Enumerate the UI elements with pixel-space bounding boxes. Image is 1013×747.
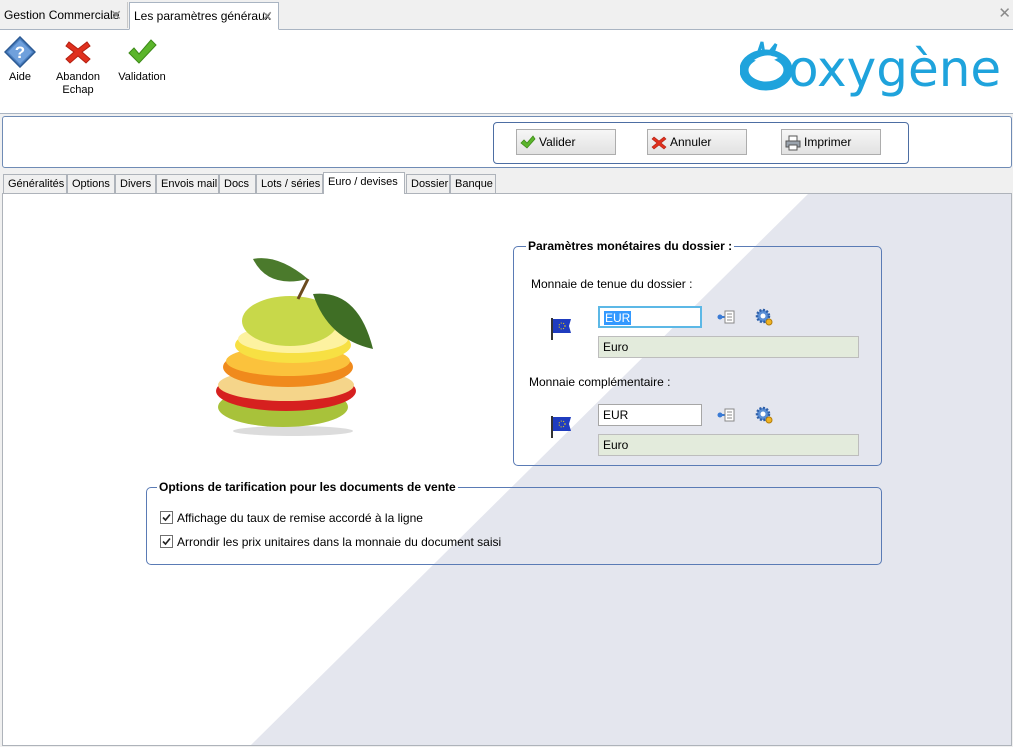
complementary-currency-name-field: Euro: [598, 434, 859, 456]
tab-options[interactable]: Options: [67, 174, 115, 193]
fruit-stack-image: [216, 258, 373, 436]
eu-flag-icon: [551, 318, 571, 340]
tab-generalites[interactable]: Généralités: [3, 174, 67, 193]
complementary-currency-code-value: EUR: [603, 408, 629, 422]
checkmark-icon: [162, 538, 171, 546]
help-icon: ?: [4, 36, 36, 68]
check-icon: [520, 135, 536, 149]
doc-tab-label: Gestion Commerciale: [4, 8, 120, 22]
cross-icon: [65, 41, 91, 64]
valider-label: Valider: [539, 135, 576, 149]
option-round-prices[interactable]: Arrondir les prix unitaires dans la monn…: [160, 535, 501, 549]
eu-flag-icon: [551, 416, 571, 438]
group-title: Paramètres monétaires du dossier :: [526, 239, 735, 253]
tab-label: Dossier: [411, 178, 449, 190]
tab-label: Lots / séries: [261, 178, 321, 190]
annuler-label: Annuler: [670, 135, 712, 149]
imprimer-button[interactable]: Imprimer: [781, 129, 881, 155]
lookup-icon[interactable]: [717, 310, 735, 324]
complementary-currency-label: Monnaie complémentaire :: [529, 375, 671, 389]
gear-icon[interactable]: [755, 308, 773, 326]
abort-button[interactable]: Abandon Echap: [53, 36, 103, 97]
close-icon[interactable]: ✕: [261, 3, 273, 29]
gear-icon[interactable]: [755, 406, 773, 424]
close-icon[interactable]: ✕: [998, 4, 1011, 22]
checkbox[interactable]: [160, 511, 173, 525]
tab-content-euro-devises: Paramètres monétaires du dossier : Monna…: [2, 193, 1012, 746]
tab-label: Euro / devises: [328, 176, 398, 188]
check-icon: [128, 39, 157, 64]
main-currency-code-value: EUR: [604, 311, 632, 325]
tab-label: Généralités: [8, 178, 65, 190]
doc-tab-gestion-commerciale[interactable]: Gestion Commerciale ✕: [0, 2, 128, 28]
validation-button[interactable]: Validation: [117, 36, 167, 84]
help-button[interactable]: ? Aide: [3, 36, 37, 84]
imprimer-label: Imprimer: [804, 135, 852, 149]
main-currency-label: Monnaie de tenue du dossier :: [531, 277, 693, 291]
option-label: Affichage du taux de remise accordé à la…: [177, 511, 423, 525]
printer-icon: [785, 135, 801, 151]
lookup-icon[interactable]: [717, 408, 735, 422]
tab-dossier[interactable]: Dossier: [406, 174, 450, 193]
tab-label: Banque: [455, 178, 493, 190]
doc-tab-label: Les paramètres généraux: [134, 9, 271, 23]
main-currency-name-value: Euro: [603, 340, 629, 354]
abort-label: Abandon: [55, 71, 101, 83]
tab-banque[interactable]: Banque: [450, 174, 496, 193]
oxygene-logo: oxygène: [740, 40, 1001, 98]
complementary-currency-name-value: Euro: [603, 438, 629, 452]
pricing-options-group: Options de tarification pour les documen…: [146, 480, 882, 565]
tab-docs[interactable]: Docs: [219, 174, 256, 193]
document-tab-bar: Gestion Commerciale ✕ Les paramètres gén…: [0, 0, 1013, 30]
tab-euro-devises[interactable]: Euro / devises: [323, 172, 405, 194]
tab-label: Envois mail: [161, 178, 218, 190]
validation-label: Validation: [118, 71, 166, 83]
cross-icon: [651, 136, 667, 150]
main-currency-name-field: Euro: [598, 336, 859, 358]
close-icon[interactable]: ✕: [110, 2, 122, 28]
tab-lots-series[interactable]: Lots / séries: [256, 174, 323, 193]
complementary-currency-code-input[interactable]: EUR: [598, 404, 702, 426]
help-label: Aide: [8, 71, 32, 83]
tab-divers[interactable]: Divers: [115, 174, 156, 193]
tab-label: Docs: [224, 178, 250, 190]
escape-label: Echap: [62, 84, 94, 96]
action-panel: Valider Annuler Imprimer: [2, 116, 1012, 168]
currency-settings-group: Paramètres monétaires du dossier : Monna…: [513, 239, 882, 466]
checkmark-icon: [162, 514, 171, 522]
tab-envois-mail[interactable]: Envois mail: [156, 174, 219, 193]
doc-tab-parametres-generaux[interactable]: Les paramètres généraux ✕: [129, 2, 279, 30]
svg-text:?: ?: [15, 43, 25, 62]
option-discount-rate[interactable]: Affichage du taux de remise accordé à la…: [160, 511, 423, 525]
logo-text: oxygène: [788, 40, 1001, 98]
tab-label: Options: [72, 178, 110, 190]
tab-label: Divers: [120, 178, 152, 190]
valider-button[interactable]: Valider: [516, 129, 616, 155]
main-currency-code-input[interactable]: EUR: [598, 306, 702, 328]
option-label: Arrondir les prix unitaires dans la monn…: [177, 535, 502, 549]
annuler-button[interactable]: Annuler: [647, 129, 747, 155]
checkbox[interactable]: [160, 535, 173, 549]
action-button-group: Valider Annuler Imprimer: [493, 122, 909, 164]
main-toolbar: ? Aide Abandon Echap Validation oxygène: [0, 30, 1013, 114]
group-title: Options de tarification pour les documen…: [157, 480, 458, 494]
